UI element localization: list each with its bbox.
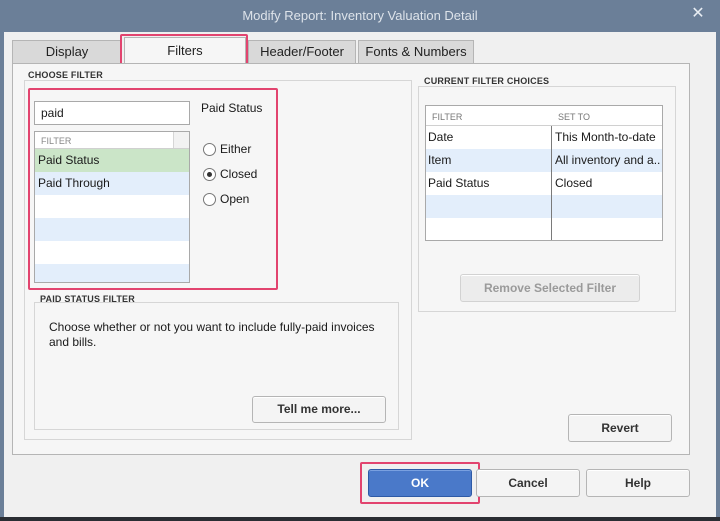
choose-filter-label: CHOOSE FILTER bbox=[28, 70, 103, 80]
list-item[interactable]: Paid Status bbox=[35, 149, 189, 172]
filter-list-header: FILTER bbox=[35, 132, 189, 149]
list-item-empty[interactable] bbox=[35, 264, 189, 282]
grid-column-divider[interactable] bbox=[551, 126, 552, 240]
title-bar[interactable]: Modify Report: Inventory Valuation Detai… bbox=[0, 0, 720, 32]
table-row-empty[interactable] bbox=[426, 195, 662, 218]
radio-closed[interactable] bbox=[203, 168, 216, 181]
sort-icon[interactable] bbox=[173, 132, 189, 148]
window-title: Modify Report: Inventory Valuation Detai… bbox=[242, 8, 478, 23]
cancel-button[interactable]: Cancel bbox=[476, 469, 580, 497]
radio-either-label[interactable]: Either bbox=[220, 142, 251, 156]
filter-list[interactable]: FILTER Paid Status Paid Through bbox=[34, 131, 190, 283]
paid-status-heading: Paid Status bbox=[201, 101, 263, 115]
list-item[interactable]: Paid Through bbox=[35, 172, 189, 195]
tab-fonts-numbers[interactable]: Fonts & Numbers bbox=[358, 40, 474, 64]
tab-header-footer[interactable]: Header/Footer bbox=[248, 40, 356, 64]
list-item-empty[interactable] bbox=[35, 241, 189, 264]
remove-selected-filter-button[interactable]: Remove Selected Filter bbox=[460, 274, 640, 302]
grid-cell-filter: Paid Status bbox=[428, 176, 490, 190]
tab-display-label: Display bbox=[45, 44, 89, 59]
help-button[interactable]: Help bbox=[586, 469, 690, 497]
tab-filters[interactable]: Filters bbox=[124, 37, 246, 65]
list-item-empty[interactable] bbox=[35, 195, 189, 218]
tab-header-footer-label: Header/Footer bbox=[260, 44, 344, 59]
dialog-client-area: Display Filters Header/Footer Fonts & Nu… bbox=[4, 32, 716, 517]
paid-status-description: Choose whether or not you want to includ… bbox=[49, 320, 375, 349]
grid-cell-filter: Date bbox=[428, 130, 454, 144]
grid-cell-set-to: All inventory and a... bbox=[555, 153, 661, 167]
tab-fonts-numbers-label: Fonts & Numbers bbox=[365, 44, 467, 59]
current-filter-grid[interactable]: FILTER SET TO Date This Month-to-date It… bbox=[425, 105, 663, 241]
tab-filters-label: Filters bbox=[167, 43, 203, 58]
ok-button[interactable]: OK bbox=[368, 469, 472, 497]
grid-cell-set-to: Closed bbox=[555, 176, 593, 190]
modify-report-dialog: Modify Report: Inventory Valuation Detai… bbox=[0, 0, 720, 521]
grid-header: FILTER SET TO bbox=[426, 106, 662, 126]
grid-col-set-to: SET TO bbox=[558, 112, 591, 122]
tab-display[interactable]: Display bbox=[12, 40, 122, 64]
radio-closed-label[interactable]: Closed bbox=[220, 167, 257, 181]
tell-me-more-button[interactable]: Tell me more... bbox=[252, 396, 386, 423]
table-row[interactable]: Item All inventory and a... bbox=[426, 149, 662, 172]
filter-list-header-label: FILTER bbox=[41, 136, 72, 146]
filter-search-input[interactable]: paid bbox=[34, 101, 190, 125]
grid-cell-filter: Item bbox=[428, 153, 452, 167]
close-icon[interactable]: ✕ bbox=[690, 6, 706, 22]
grid-col-filter: FILTER bbox=[432, 112, 463, 122]
table-row[interactable]: Date This Month-to-date bbox=[426, 126, 662, 149]
radio-either[interactable] bbox=[203, 143, 216, 156]
radio-open-label[interactable]: Open bbox=[220, 192, 249, 206]
background-app-strip bbox=[0, 517, 720, 521]
current-filter-choices-label: CURRENT FILTER CHOICES bbox=[424, 76, 550, 86]
revert-button[interactable]: Revert bbox=[568, 414, 672, 442]
table-row[interactable]: Paid Status Closed bbox=[426, 172, 662, 195]
radio-open[interactable] bbox=[203, 193, 216, 206]
grid-cell-set-to: This Month-to-date bbox=[555, 130, 656, 144]
list-item-empty[interactable] bbox=[35, 218, 189, 241]
